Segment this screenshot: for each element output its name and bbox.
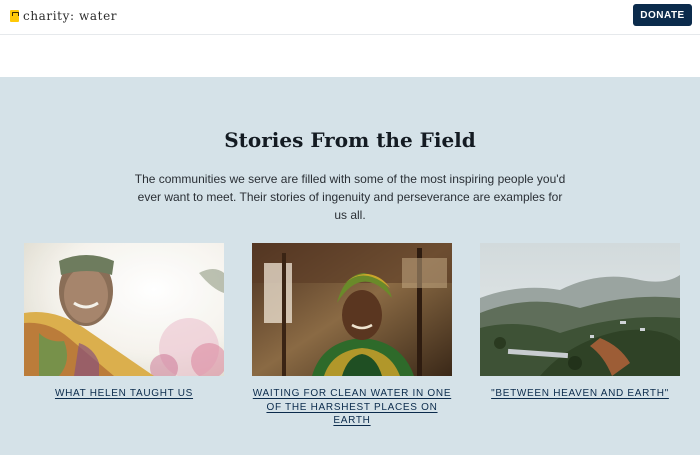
story-card-heaven-earth: "BETWEEN HEAVEN AND EARTH" (480, 243, 680, 401)
section-intro: The communities we serve are filled with… (134, 172, 566, 222)
story-link-heaven-earth[interactable]: "BETWEEN HEAVEN AND EARTH" (480, 387, 680, 401)
top-navigation: charity: water DONATE (0, 0, 700, 35)
story-card-helen: WHAT HELEN TAUGHT US (24, 243, 224, 401)
woman-smiling-photo[interactable] (24, 243, 224, 376)
logo-text: charity: water (23, 9, 118, 23)
donate-button[interactable]: DONATE (633, 4, 692, 26)
section-title: Stories From the Field (224, 128, 476, 152)
story-card-waiting: WAITING FOR CLEAN WATER IN ONE OF THE HA… (252, 243, 452, 428)
story-link-helen[interactable]: WHAT HELEN TAUGHT US (24, 387, 224, 401)
hillside-village-photo[interactable] (480, 243, 680, 376)
charity-water-logo[interactable]: charity: water (10, 9, 117, 23)
woman-headscarf-photo[interactable] (252, 243, 452, 376)
jerrycan-icon (10, 10, 19, 22)
story-link-waiting[interactable]: WAITING FOR CLEAN WATER IN ONE OF THE HA… (252, 387, 452, 428)
